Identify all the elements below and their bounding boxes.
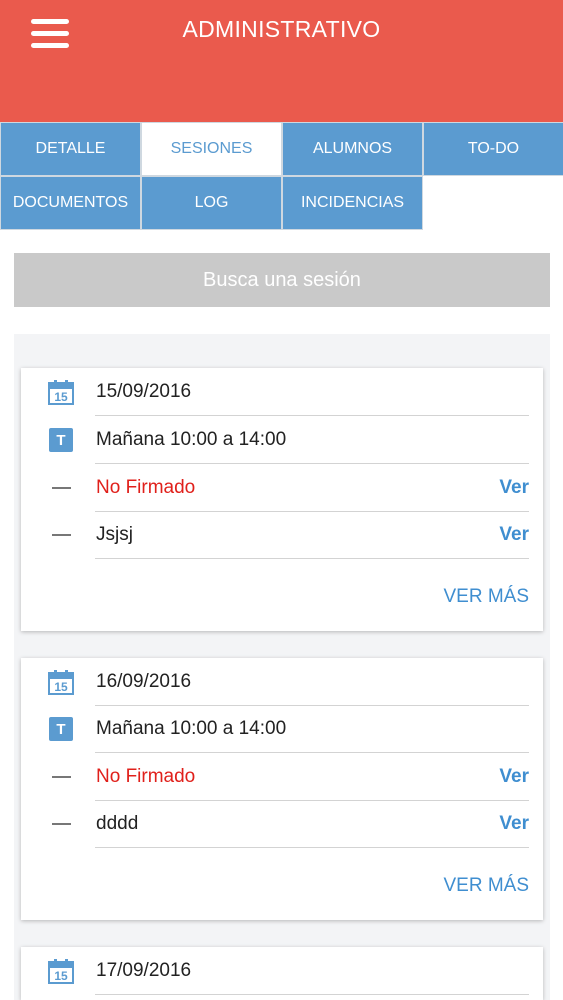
ver-mas-button[interactable]: VER MÁS: [443, 586, 529, 610]
status-row: No Firmado Ver: [21, 753, 543, 801]
tab-sesiones[interactable]: SESIONES: [141, 122, 282, 176]
time-row: T Mañana 10:00 a 14:00: [21, 705, 543, 753]
dash-icon: [52, 534, 71, 536]
status-row: No Firmado Ver: [21, 464, 543, 512]
page-title: ADMINISTRATIVO: [182, 16, 381, 42]
session-date: 16/09/2016: [96, 671, 192, 692]
note-row: Jsjsj Ver: [21, 511, 543, 559]
note-row: dddd Ver: [21, 800, 543, 848]
ver-status-link[interactable]: Ver: [499, 464, 529, 512]
session-date: 15/09/2016: [96, 381, 192, 402]
session-time: Mañana 10:00 a 14:00: [96, 429, 287, 450]
signature-status: No Firmado: [96, 766, 196, 787]
calendar-icon: 15: [48, 670, 74, 695]
time-row: T Mañana 10:00 a 14:00: [21, 416, 543, 464]
session-note: dddd: [96, 813, 139, 834]
session-card: 15 16/09/2016 T Mañana 10:00 a 14:00 No …: [21, 658, 543, 920]
calendar-day-label: 15: [54, 390, 68, 404]
calendar-icon: 15: [48, 380, 74, 405]
session-date: 17/09/2016: [96, 960, 192, 981]
session-time: Mañana 10:00 a 14:00: [96, 718, 287, 739]
date-row: 15 15/09/2016: [21, 368, 543, 416]
calendar-day-label: 15: [54, 969, 68, 983]
calendar-icon: 15: [48, 959, 74, 984]
date-row: 15 16/09/2016: [21, 658, 543, 706]
date-row: 15 17/09/2016: [21, 947, 543, 995]
calendar-day-label: 15: [54, 680, 68, 694]
tab-to-do[interactable]: TO-DO: [423, 122, 563, 176]
dash-icon: [52, 487, 71, 489]
tab-log[interactable]: LOG: [141, 176, 282, 230]
signature-status: No Firmado: [96, 477, 196, 498]
app-header: ADMINISTRATIVO: [0, 0, 563, 122]
search-session-button[interactable]: Busca una sesión: [14, 253, 550, 307]
turn-t-icon: T: [49, 428, 73, 452]
session-card: 15 15/09/2016 T Mañana 10:00 a 14:00 No …: [21, 368, 543, 631]
ver-mas-button[interactable]: VER MÁS: [443, 875, 529, 899]
tab-documentos[interactable]: DOCUMENTOS: [0, 176, 141, 230]
tab-alumnos[interactable]: ALUMNOS: [282, 122, 423, 176]
dash-icon: [52, 776, 71, 778]
ver-status-link[interactable]: Ver: [499, 753, 529, 801]
tab-incidencias[interactable]: INCIDENCIAS: [282, 176, 423, 230]
dash-icon: [52, 823, 71, 825]
turn-t-icon: T: [49, 717, 73, 741]
ver-note-link[interactable]: Ver: [499, 800, 529, 848]
session-card: 15 17/09/2016: [21, 947, 543, 1000]
ver-note-link[interactable]: Ver: [499, 511, 529, 559]
session-note: Jsjsj: [96, 524, 133, 545]
tab-detalle[interactable]: DETALLE: [0, 122, 141, 176]
